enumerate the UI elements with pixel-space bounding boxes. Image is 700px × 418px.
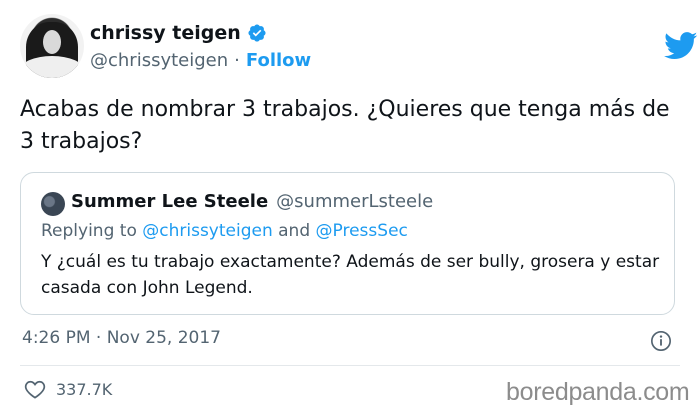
quoted-tweet[interactable]: Summer Lee Steele @summerLsteele Replyin… [20,172,675,315]
author-name-row: chrissy teigen [90,22,267,44]
like-count: 337.7K [56,379,113,399]
heart-icon[interactable] [24,379,46,399]
quoted-author-handle: @summerLsteele [276,191,434,212]
tweet-header: chrissy teigen @chrissyteigen · Follow [20,14,698,80]
like-action[interactable]: 337.7K [24,379,112,399]
quoted-author-name: Summer Lee Steele [71,191,269,212]
tweet-timestamp[interactable]: 4:26 PM · Nov 25, 2017 [22,328,221,348]
quoted-tweet-text: Y ¿cuál es tu trabajo exactamente? Ademá… [41,252,660,298]
divider [20,365,680,366]
replying-mention-1[interactable]: @chrissyteigen [142,221,272,241]
author-handle[interactable]: @chrissyteigen [90,50,228,71]
author-name[interactable]: chrissy teigen [90,22,241,44]
follow-button[interactable]: Follow [246,50,311,71]
verified-badge-icon [248,24,266,42]
replying-and: and [278,221,311,241]
info-icon[interactable] [650,330,672,352]
avatar-fur [20,56,84,78]
replying-prefix: Replying to [41,221,137,241]
watermark: boredpanda.com [506,378,690,406]
replying-to-line: Replying to @chrissyteigen and @PressSec [41,221,408,241]
quoted-author-row: Summer Lee Steele @summerLsteele [71,191,433,212]
twitter-bird-icon[interactable] [664,32,698,60]
replying-mention-2[interactable]: @PressSec [316,221,408,241]
author-avatar[interactable] [20,14,84,78]
avatar-face [43,30,61,54]
quoted-author-avatar [41,192,65,216]
tweet-text: Acabas de nombrar 3 trabajos. ¿Quieres q… [20,97,670,154]
handle-separator: · [234,50,240,71]
author-handle-row: @chrissyteigen · Follow [90,50,311,71]
